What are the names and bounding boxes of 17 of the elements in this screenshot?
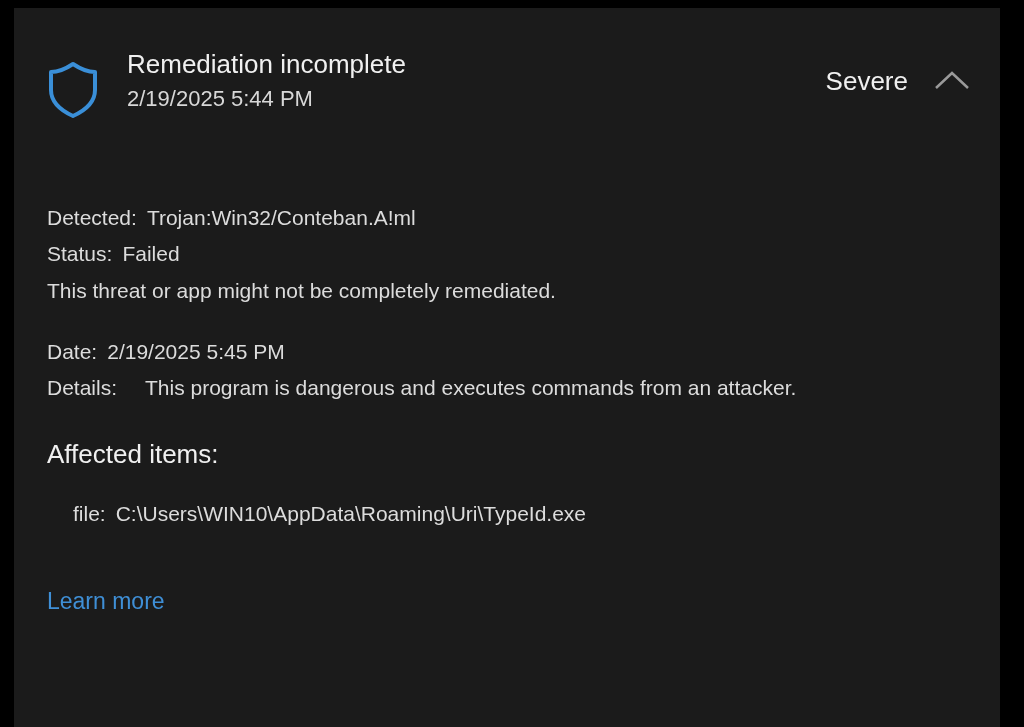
field-label: Detected: [47,205,137,231]
severity-label: Severe [825,66,908,97]
field-label: Status: [47,241,113,267]
threat-title: Remediation incomplete [127,48,407,80]
file-path: C:\Users\WIN10\AppData\Roaming\Uri\TypeId.exe [115,501,587,527]
field-label: Details: [47,375,119,401]
field-label: Date: [47,339,98,365]
field-value: Trojan:Win32/Conteban.A!ml [146,205,416,231]
threat-timestamp: 2/19/2025 5:44 PM [127,86,314,112]
field-value: Failed [122,241,180,267]
item-type: file: [73,501,106,527]
field-value: 2/19/2025 5:45 PM [107,339,286,365]
shield-icon [47,60,99,120]
learn-more-link[interactable]: Learn more [47,588,165,615]
field-value: This program is dangerous and executes commands from an attacker. [145,375,798,401]
remediation-note: This threat or app might not be completely remediated. [47,278,557,304]
affected-heading: Affected items: [47,438,220,471]
